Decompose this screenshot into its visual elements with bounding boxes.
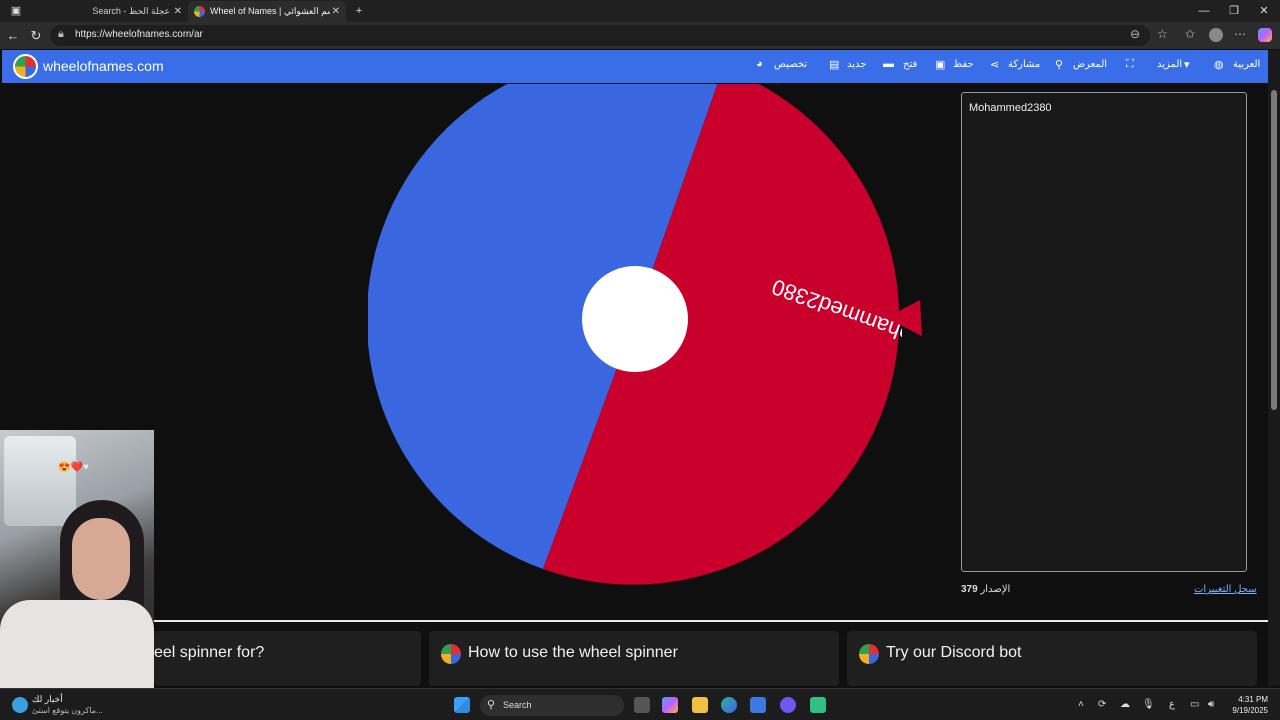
card-title: eel spinner for? — [154, 644, 265, 661]
search-icon: ⚲ — [487, 699, 496, 711]
wheel-center-button[interactable] — [582, 266, 688, 372]
person-coat — [0, 600, 154, 688]
start-icon[interactable] — [454, 697, 470, 713]
tab-label: Search - عجلة الحظ — [92, 6, 170, 16]
url-text: https://wheelofnames.com/ar — [75, 29, 203, 40]
restore-icon[interactable]: ❐ — [1218, 0, 1250, 22]
taskbar-clock[interactable]: 4:31 PM 9/19/2025 — [1228, 694, 1268, 716]
search-icon: ⚲ — [1055, 59, 1064, 71]
menu-language[interactable]: العربية — [1233, 59, 1260, 70]
favorite-star-icon[interactable]: ☆ — [1157, 27, 1168, 41]
close-icon[interactable]: ✕ — [332, 1, 340, 22]
new-tab-icon[interactable]: + — [346, 0, 372, 22]
scrollbar-thumb[interactable] — [1271, 90, 1277, 410]
globe-icon: ◍ — [1214, 59, 1224, 71]
version-number: 379 — [961, 584, 978, 595]
more-menu-icon[interactable]: ⋯ — [1234, 27, 1246, 41]
chevron-down-icon: ▾ — [1184, 59, 1190, 71]
spin-wheel[interactable]: Mohammed2380 — [366, 52, 918, 586]
wheel-pointer-icon — [886, 300, 922, 336]
refresh-icon[interactable]: ↻ — [26, 26, 46, 46]
close-icon[interactable]: ✕ — [174, 1, 182, 22]
store-icon[interactable] — [750, 697, 766, 713]
version-info: 379 الإصدار — [961, 584, 1010, 595]
microphone-icon[interactable]: 🎙︎ — [1142, 699, 1155, 710]
reader-icon[interactable]: ⊖ — [1130, 27, 1140, 41]
weather-news-icon[interactable] — [12, 697, 28, 713]
discord-icon[interactable] — [780, 697, 796, 713]
save-icon: ▣ — [935, 59, 946, 71]
card-how-to-use[interactable]: How to use the wheel spinner — [429, 631, 839, 686]
section-divider — [154, 620, 1268, 622]
favorites-icon[interactable]: ✩ — [1185, 27, 1195, 41]
site-name[interactable]: wheelofnames.com — [43, 58, 164, 74]
browser-tab-bar: ▣ Search - عجلة الحظ ✕ Wheel of Names | … — [0, 0, 1280, 22]
lock-icon: 🔒︎ — [58, 28, 64, 40]
menu-gallery[interactable]: المعرض — [1073, 59, 1107, 70]
share-icon: ⋖ — [990, 59, 1000, 71]
sync-icon[interactable]: ⟳ — [1098, 699, 1106, 710]
page-scrollbar[interactable] — [1268, 50, 1280, 686]
search-placeholder: Search — [503, 700, 532, 710]
menu-open[interactable]: فتح — [903, 59, 917, 70]
address-toolbar: ← ↻ 🔒︎ https://wheelofnames.com/ar ⊖ ☆ ✩… — [0, 22, 1280, 49]
person-face — [72, 518, 130, 600]
entries-textarea[interactable]: Mohammed2380 — [961, 92, 1247, 572]
edge-icon[interactable] — [721, 697, 737, 713]
chevron-up-icon[interactable]: ˄ — [1078, 699, 1084, 710]
entry-item: Mohammed2380 — [969, 102, 1052, 114]
webcam-overlay: 😍❤️♥ — [0, 430, 154, 688]
fullscreen-icon[interactable]: ⛶ — [1126, 58, 1134, 71]
volume-icon[interactable]: 🔊︎ — [1208, 699, 1214, 710]
card-spinner-for[interactable]: eel spinner for? — [154, 631, 421, 686]
wheel-logo-icon — [859, 644, 879, 664]
windows-taskbar: أخبار لك ماكرون يتوقع استئ... ⚲ Search ˄… — [0, 688, 1280, 720]
card-title: How to use the wheel spinner — [468, 644, 678, 661]
app-icon[interactable] — [810, 697, 826, 713]
file-explorer-icon[interactable] — [692, 697, 708, 713]
network-icon[interactable]: ▭ — [1190, 699, 1199, 710]
version-label: الإصدار — [980, 584, 1011, 595]
taskbar-search[interactable]: ⚲ Search — [480, 695, 624, 716]
wheel-svg: Mohammed2380 — [366, 84, 918, 585]
clock-time: 4:31 PM — [1238, 695, 1268, 704]
news-subtitle[interactable]: ماكرون يتوقع استئ... — [32, 706, 103, 715]
news-title[interactable]: أخبار لك — [32, 694, 63, 705]
car-window — [4, 436, 76, 526]
copilot-icon[interactable] — [1258, 28, 1272, 42]
wheel-favicon-icon — [194, 6, 205, 17]
minimize-icon[interactable]: — — [1188, 0, 1220, 22]
site-logo-icon[interactable] — [13, 54, 38, 79]
menu-save[interactable]: حفظ — [953, 59, 974, 70]
wheel-logo-icon — [441, 644, 461, 664]
clock-date: 9/19/2025 — [1232, 706, 1268, 715]
cloud-off-icon[interactable]: ☁ — [1120, 699, 1130, 710]
back-icon[interactable]: ← — [3, 26, 23, 46]
card-discord-bot[interactable]: Try our Discord bot — [847, 631, 1257, 686]
tab-label: Wheel of Names | الاسم العشوائي — [210, 6, 330, 16]
menu-share[interactable]: مشاركة — [1008, 59, 1040, 70]
task-view-icon[interactable] — [634, 697, 650, 713]
card-title: Try our Discord bot — [886, 644, 1022, 661]
tab-wheel-of-names[interactable]: Wheel of Names | الاسم العشوائي ✕ — [188, 1, 346, 22]
input-language[interactable]: ع — [1169, 699, 1175, 710]
copilot-taskbar-icon[interactable] — [662, 697, 678, 713]
changelog-link[interactable]: سجل التغييرات — [1194, 584, 1257, 595]
close-window-icon[interactable]: ✕ — [1248, 0, 1280, 22]
profile-avatar-icon[interactable] — [1209, 28, 1223, 42]
url-field[interactable]: 🔒︎ https://wheelofnames.com/ar — [50, 25, 1150, 46]
tab-search[interactable]: Search - عجلة الحظ ✕ — [26, 1, 188, 22]
heart-emoji-icon: 😍❤️♥ — [58, 462, 89, 473]
menu-more[interactable]: المزيد — [1157, 59, 1182, 70]
